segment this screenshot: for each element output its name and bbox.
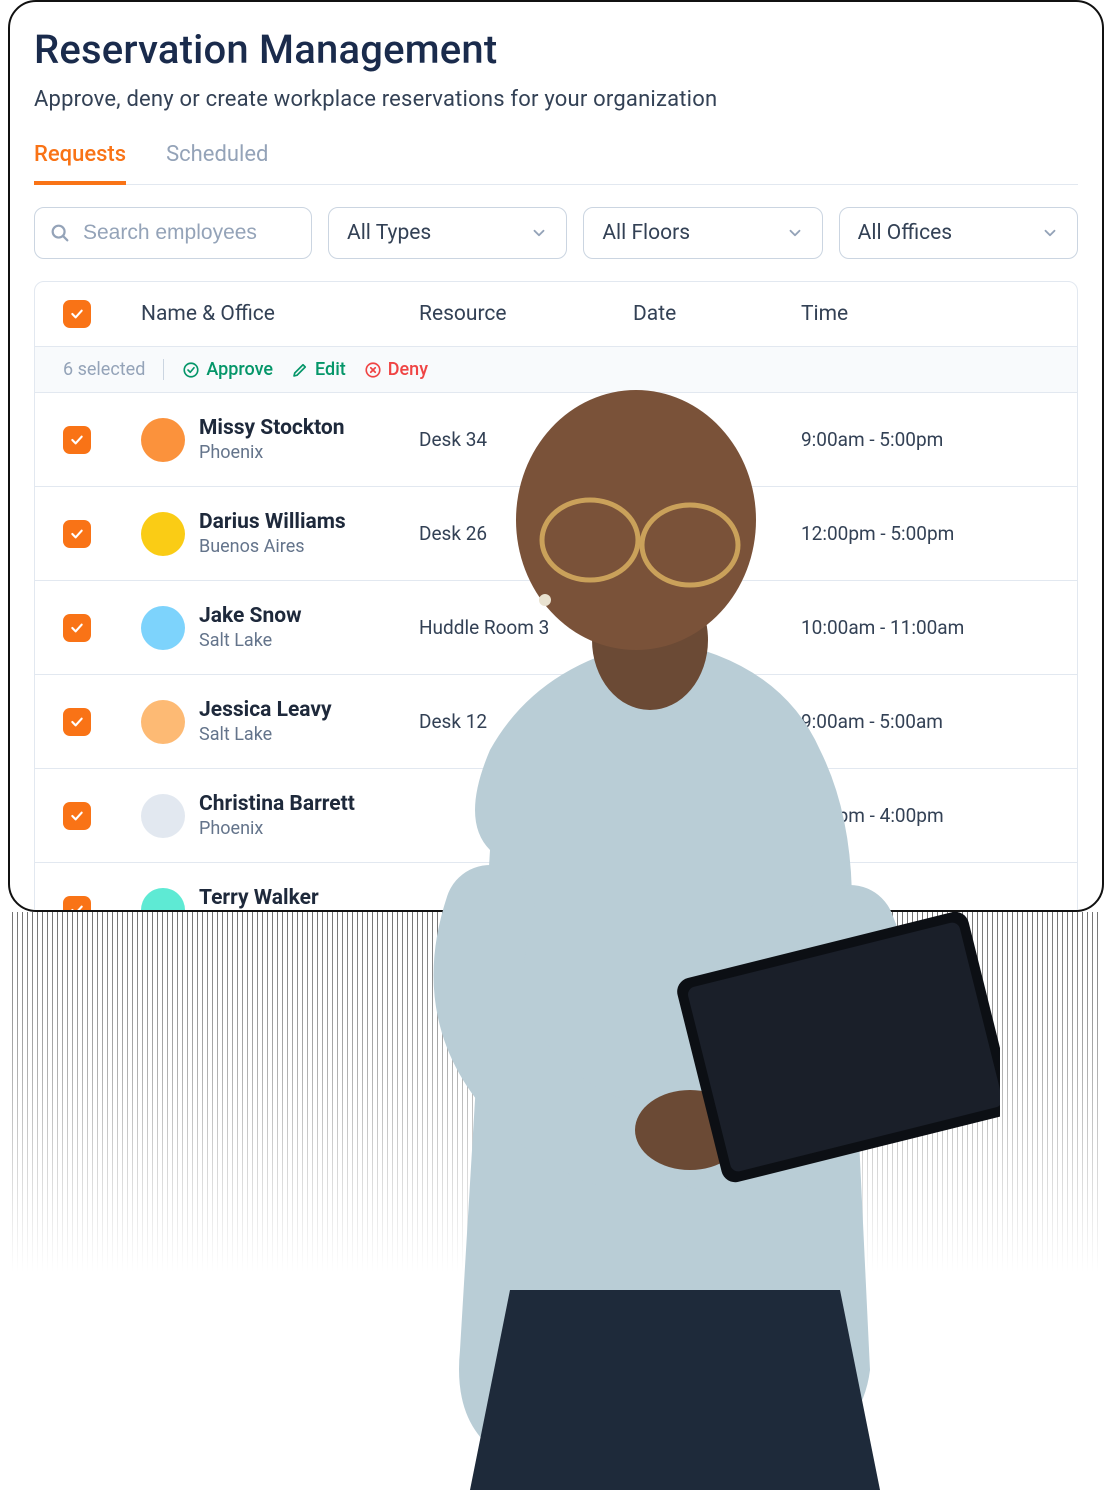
avatar xyxy=(141,888,185,913)
person-name: Darius Williams xyxy=(199,510,346,534)
select-all-checkbox[interactable] xyxy=(63,300,91,328)
deny-label: Deny xyxy=(388,359,428,380)
page-subtitle: Approve, deny or create workplace reserv… xyxy=(34,87,1078,112)
person-name: Missy Stockton xyxy=(199,416,345,440)
cell-resource: Desk 34 xyxy=(419,428,633,451)
cell-time: 12:00pm - 5:00pm xyxy=(801,522,1049,545)
cell-resource: Desk 26 xyxy=(419,522,633,545)
avatar xyxy=(141,512,185,556)
cell-time: 9:00am - 5:00pm xyxy=(801,428,1049,451)
avatar xyxy=(141,700,185,744)
col-time: Time xyxy=(801,302,1049,326)
person-office: Phoenix xyxy=(199,442,345,463)
col-name: Name & Office xyxy=(141,302,419,326)
filter-offices-label: All Offices xyxy=(858,221,952,245)
reservations-table: Name & Office Resource Date Time 6 selec… xyxy=(34,281,1078,912)
filter-floors[interactable]: All Floors xyxy=(583,207,822,259)
row-checkbox[interactable] xyxy=(63,520,91,548)
col-date: Date xyxy=(633,302,801,326)
person-office: Salt Lake xyxy=(199,630,302,651)
filter-floors-label: All Floors xyxy=(602,221,690,245)
card-shadow-lines xyxy=(12,912,1100,1272)
x-circle-icon xyxy=(364,361,382,379)
reservation-card: Reservation Management Approve, deny or … xyxy=(8,0,1104,912)
person-name: Terry Walker xyxy=(199,886,319,910)
edit-button[interactable]: Edit xyxy=(291,359,346,380)
table-row[interactable]: Darius Williams Buenos Aires Desk 26 12:… xyxy=(35,487,1077,581)
row-checkbox[interactable] xyxy=(63,802,91,830)
cell-time: 10:00am - 11:00am xyxy=(801,616,1049,639)
row-checkbox[interactable] xyxy=(63,614,91,642)
table-row[interactable]: Jake Snow Salt Lake Huddle Room 3 10:00a… xyxy=(35,581,1077,675)
avatar xyxy=(141,606,185,650)
filter-types-label: All Types xyxy=(347,221,431,245)
cell-time: 9:00am - 5:00am xyxy=(801,710,1049,733)
approve-label: Approve xyxy=(206,359,273,380)
row-checkbox[interactable] xyxy=(63,708,91,736)
table-row[interactable]: Jessica Leavy Salt Lake Desk 12 9:00am -… xyxy=(35,675,1077,769)
filter-offices[interactable]: All Offices xyxy=(839,207,1078,259)
tab-requests[interactable]: Requests xyxy=(34,142,126,185)
table-row[interactable]: Christina Barrett Phoenix 2:00pm - 4:00p… xyxy=(35,769,1077,863)
chevron-down-icon xyxy=(786,224,804,242)
person-office: Buenos Aires xyxy=(199,536,346,557)
search-input[interactable] xyxy=(83,221,297,245)
selected-count: 6 selected xyxy=(63,359,164,380)
page-title: Reservation Management xyxy=(34,26,1078,73)
person-name: Jake Snow xyxy=(199,604,302,628)
person-office: Phoenix xyxy=(199,818,355,839)
cell-time: - 1:00pm xyxy=(801,898,1049,912)
cell-time: 2:00pm - 4:00pm xyxy=(801,804,1049,827)
person-name: Christina Barrett xyxy=(199,792,355,816)
row-checkbox[interactable] xyxy=(63,426,91,454)
search-box[interactable] xyxy=(34,207,312,259)
table-row[interactable]: Terry Walker Phoenix - 1:00pm xyxy=(35,863,1077,912)
pencil-icon xyxy=(291,361,309,379)
check-circle-icon xyxy=(182,361,200,379)
avatar xyxy=(141,794,185,838)
cell-resource: Huddle Room 3 xyxy=(419,616,633,639)
cell-resource: Desk 12 xyxy=(419,710,633,733)
tabs: Requests Scheduled xyxy=(34,142,1078,185)
chevron-down-icon xyxy=(530,224,548,242)
search-icon xyxy=(49,222,71,244)
approve-button[interactable]: Approve xyxy=(182,359,273,380)
col-resource: Resource xyxy=(419,302,633,326)
edit-label: Edit xyxy=(315,359,346,380)
avatar xyxy=(141,418,185,462)
filter-bar: All Types All Floors All Offices xyxy=(34,207,1078,259)
bulk-action-bar: 6 selected Approve Edit Deny xyxy=(35,347,1077,393)
tab-scheduled[interactable]: Scheduled xyxy=(166,142,268,185)
chevron-down-icon xyxy=(1041,224,1059,242)
deny-button[interactable]: Deny xyxy=(364,359,428,380)
row-checkbox[interactable] xyxy=(63,896,91,913)
table-header: Name & Office Resource Date Time xyxy=(35,282,1077,347)
filter-types[interactable]: All Types xyxy=(328,207,567,259)
person-office: Salt Lake xyxy=(199,724,332,745)
table-row[interactable]: Missy Stockton Phoenix Desk 34 9:00am - … xyxy=(35,393,1077,487)
person-name: Jessica Leavy xyxy=(199,698,332,722)
